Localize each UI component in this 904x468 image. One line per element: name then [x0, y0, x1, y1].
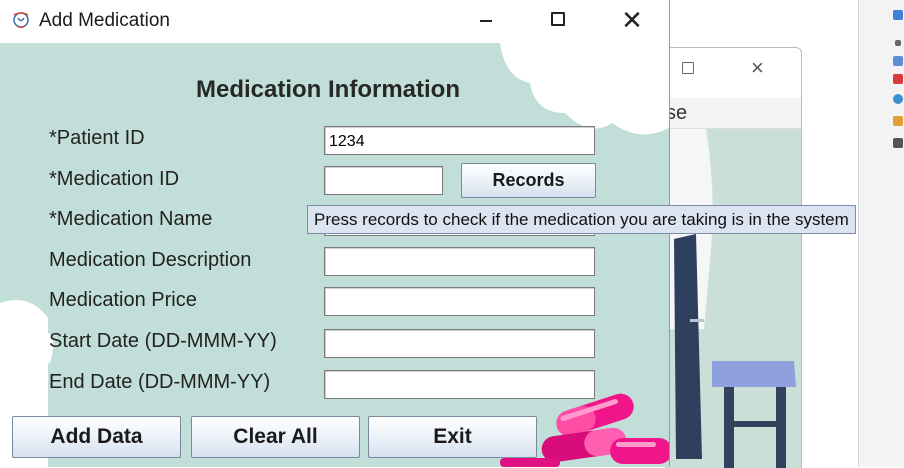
medication-description-field[interactable] [324, 247, 595, 276]
window-title: Add Medication [39, 10, 170, 31]
records-button[interactable]: Records [461, 163, 596, 198]
close-icon: ✕ [621, 5, 643, 35]
medication-description-label: Medication Description [49, 249, 252, 271]
close-button[interactable]: ✕ [602, 0, 662, 40]
ide-outline-icon[interactable] [893, 138, 903, 148]
form-heading: Medication Information [196, 76, 460, 103]
minimize-icon [480, 20, 492, 22]
background-illustration [666, 129, 801, 468]
maximize-button[interactable] [528, 0, 588, 40]
close-icon[interactable]: × [751, 57, 764, 79]
background-menu-bar: se [666, 98, 801, 129]
medication-id-field[interactable] [324, 166, 443, 195]
exit-button[interactable]: Exit [368, 416, 537, 458]
medication-name-label: *Medication Name [49, 208, 213, 230]
patient-id-label: *Patient ID [49, 127, 145, 149]
medication-price-label: Medication Price [49, 289, 197, 311]
ide-more-icon[interactable] [895, 40, 901, 46]
title-bar[interactable]: Add Medication ✕ [0, 0, 669, 43]
form-panel: Medication Information *Patient ID *Medi… [0, 43, 669, 467]
background-window: × se [665, 47, 802, 468]
ide-console-icon[interactable] [893, 56, 903, 66]
records-tooltip: Press records to check if the medication… [307, 205, 856, 234]
ide-side-toolbar [858, 0, 904, 467]
clear-all-button[interactable]: Clear All [191, 416, 360, 458]
maximize-icon[interactable] [682, 62, 694, 74]
ide-error-icon[interactable] [893, 74, 903, 84]
ide-properties-icon[interactable] [893, 116, 903, 126]
ide-browser-icon[interactable] [893, 94, 903, 104]
end-date-label: End Date (DD-MMM-YY) [49, 371, 271, 393]
doctor-illustration [666, 129, 796, 468]
patient-id-field[interactable]: 1234 [324, 126, 595, 155]
add-data-button[interactable]: Add Data [12, 416, 181, 458]
start-date-field[interactable] [324, 329, 595, 358]
java-app-icon [13, 12, 29, 29]
minimize-button[interactable] [456, 0, 516, 40]
end-date-field[interactable] [324, 370, 595, 399]
maximize-icon [551, 12, 565, 26]
medication-price-field[interactable] [324, 287, 595, 316]
medication-id-label: *Medication ID [49, 168, 180, 190]
start-date-label: Start Date (DD-MMM-YY) [49, 330, 277, 352]
ide-window-icon[interactable] [893, 10, 903, 20]
